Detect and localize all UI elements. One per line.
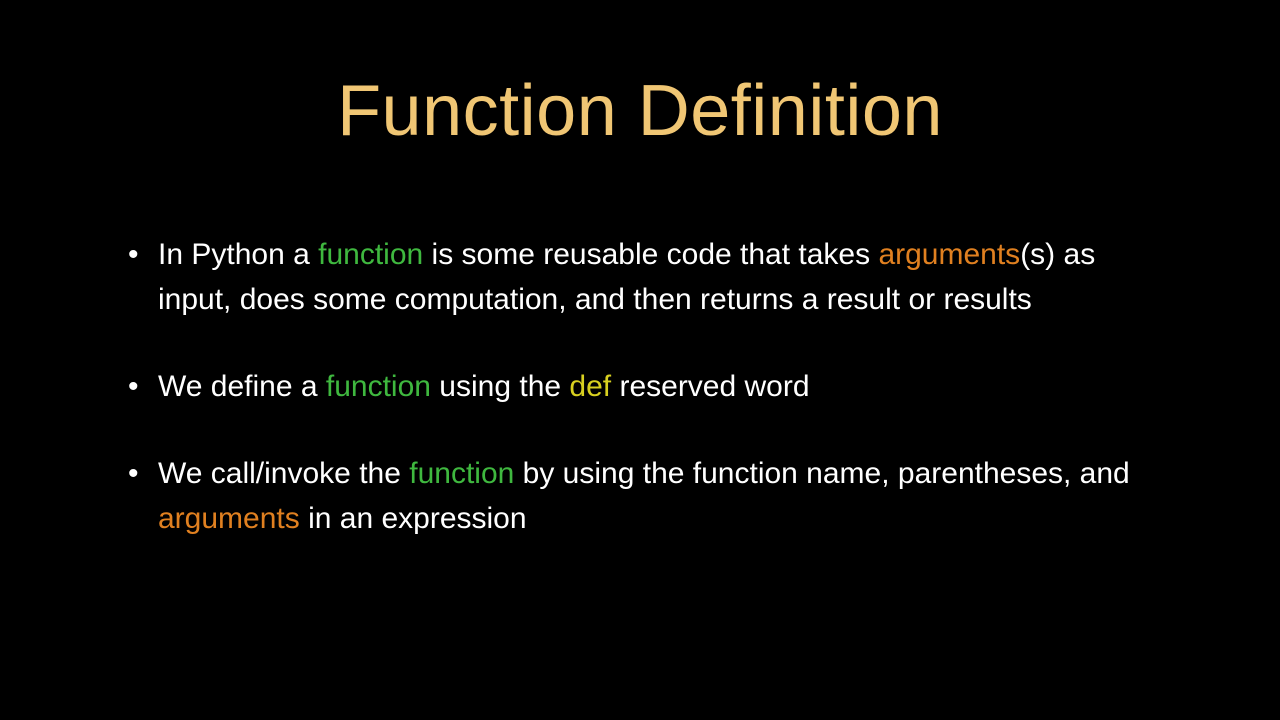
highlight-text: function <box>326 370 431 403</box>
slide: Function Definition In Python a function… <box>0 0 1280 720</box>
body-text: In Python a <box>158 238 318 271</box>
bullet-item: We define a function using the def reser… <box>120 364 1160 409</box>
bullet-list: In Python a function is some reusable co… <box>120 232 1160 541</box>
body-text: is some reusable code that takes <box>423 238 878 271</box>
highlight-text: def <box>569 370 611 403</box>
body-text: using the <box>431 370 569 403</box>
body-text: by using the function name, parentheses,… <box>514 457 1129 490</box>
highlight-text: arguments <box>878 238 1020 271</box>
slide-title: Function Definition <box>120 70 1160 152</box>
body-text: We call/invoke the <box>158 457 409 490</box>
body-text: We define a <box>158 370 326 403</box>
highlight-text: function <box>318 238 423 271</box>
body-text: in an expression <box>300 502 527 535</box>
highlight-text: arguments <box>158 502 300 535</box>
body-text: reserved word <box>611 370 809 403</box>
highlight-text: function <box>409 457 514 490</box>
bullet-item: We call/invoke the function by using the… <box>120 451 1160 541</box>
bullet-item: In Python a function is some reusable co… <box>120 232 1160 322</box>
